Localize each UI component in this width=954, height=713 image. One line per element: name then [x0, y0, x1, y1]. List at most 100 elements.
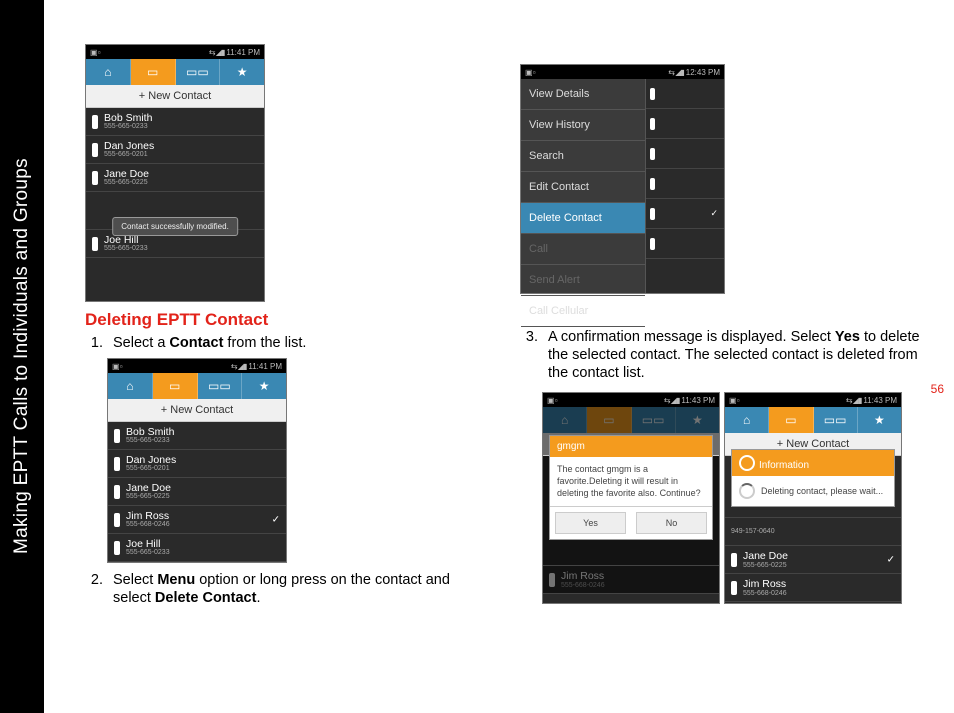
contact-name: Bob Smith: [126, 427, 174, 438]
statusbar: 11:41 PM: [86, 45, 264, 59]
signal-battery-icon: [664, 396, 679, 405]
contact-number: 555-665-0233: [104, 245, 148, 252]
list-item[interactable]: Jim Ross555-668-0246: [725, 574, 901, 602]
ctx-send-alert: Send Alert: [521, 265, 645, 296]
tabbar: ⌂ ▭ ▭▭ ★: [108, 373, 286, 399]
presence-icon: [650, 88, 655, 100]
tab-home: ⌂: [725, 407, 769, 433]
presence-icon: [114, 457, 120, 471]
list-item[interactable]: Jane Doe 555-665-0225: [86, 164, 264, 192]
statusbar: 12:43 PM: [521, 65, 724, 79]
contact-number: 555-668-0246: [126, 521, 170, 528]
list-item: ✓: [646, 199, 724, 229]
contact-name: Jane Doe: [104, 169, 149, 180]
dialog-body: The contact gmgm is a favorite.Deleting …: [550, 457, 712, 506]
tabbar: ⌂ ▭ ▭▭ ★: [86, 59, 264, 85]
status-time: 11:43 PM: [863, 396, 897, 405]
sidebar-title: Making EPTT Calls to Individuals and Gro…: [11, 158, 33, 554]
status-right: 11:41 PM: [231, 362, 282, 371]
contact-number: 555-665-0225: [743, 562, 788, 569]
tab-favorites[interactable]: ★: [220, 59, 264, 85]
contacts-icon: ▭: [169, 379, 180, 393]
tab-contacts[interactable]: ▭: [153, 373, 198, 399]
screenshot-context-menu: 12:43 PM View Details View History Searc…: [520, 64, 725, 294]
status-left-icons: [729, 396, 739, 405]
yes-button[interactable]: Yes: [555, 512, 626, 534]
list-item: 949-157-0640: [725, 518, 901, 546]
presence-icon: [731, 553, 737, 567]
status-time: 11:43 PM: [681, 396, 715, 405]
toast-message: Contact successfully modified.: [112, 217, 238, 236]
list-item[interactable]: Bob Smith 555-665-0233: [86, 108, 264, 136]
section-heading: Deleting EPTT Contact: [85, 310, 465, 330]
star-icon: ★: [259, 379, 270, 393]
screenshot-contact-list-checked: 11:41 PM ⌂ ▭ ▭▭ ★ + New Contact Bob Smit…: [107, 358, 287, 563]
status-right: 11:43 PM: [664, 396, 715, 405]
list-item: [646, 109, 724, 139]
contact-number: 555-668-0246: [561, 582, 605, 589]
list-item[interactable]: Jane Doe555-665-0225: [108, 478, 286, 506]
ctx-call-cellular[interactable]: Call Cellular: [521, 296, 645, 327]
ctx-edit-contact[interactable]: Edit Contact: [521, 172, 645, 203]
contacts-icon: ▭: [147, 65, 158, 79]
signal-battery-icon: [231, 362, 246, 371]
contact-number: 555-665-0201: [126, 465, 176, 472]
context-menu: View Details View History Search Edit Co…: [521, 79, 646, 293]
presence-icon: [650, 178, 655, 190]
new-contact-button[interactable]: + New Contact: [86, 85, 264, 108]
statusbar: 11:41 PM: [108, 359, 286, 373]
ctx-delete-contact[interactable]: Delete Contact: [521, 203, 645, 234]
contact-name: Joe Hill: [104, 235, 148, 246]
step-3: A confirmation message is displayed. Sel…: [542, 328, 930, 382]
check-icon: ✓: [272, 514, 280, 525]
list-item[interactable]: Bob Smith555-665-0233: [108, 422, 286, 450]
tab-favorites[interactable]: ★: [242, 373, 286, 399]
contact-name: Bob Smith: [104, 113, 152, 124]
tab-contacts: ▭: [587, 407, 631, 433]
list-item: [646, 229, 724, 259]
tab-groups[interactable]: ▭▭: [176, 59, 221, 85]
presence-icon: [731, 581, 737, 595]
list-item[interactable]: Jane Doe555-665-0225 ✓: [725, 546, 901, 574]
dialog-text: Deleting contact, please wait...: [761, 486, 883, 498]
screenshot-pair: 11:43 PM ⌂ ▭ ▭▭ ★ + New Contact Jim Ross…: [542, 388, 930, 612]
tab-groups: ▭▭: [814, 407, 858, 433]
ctx-view-history[interactable]: View History: [521, 110, 645, 141]
tab-home[interactable]: ⌂: [86, 59, 131, 85]
tab-groups[interactable]: ▭▭: [198, 373, 243, 399]
tab-contacts[interactable]: ▭: [131, 59, 176, 85]
tab-favorites: ★: [676, 407, 719, 433]
presence-icon: [650, 148, 655, 160]
dialog-body: Deleting contact, please wait...: [732, 476, 894, 506]
step-text: .: [256, 590, 260, 606]
ctx-view-details[interactable]: View Details: [521, 79, 645, 110]
home-icon: ⌂: [104, 65, 111, 79]
new-contact-button[interactable]: + New Contact: [108, 399, 286, 422]
contact-number: 949-157-0640: [731, 528, 775, 535]
ctx-search[interactable]: Search: [521, 141, 645, 172]
contact-name: Jim Ross: [126, 511, 170, 522]
status-right: 12:43 PM: [668, 68, 720, 77]
screenshot-contact-list-toast: 11:41 PM ⌂ ▭ ▭▭ ★ + New Contact Bob Smit…: [85, 44, 265, 302]
status-left-icons: [547, 396, 557, 405]
presence-icon: [92, 143, 98, 157]
list-item[interactable]: Joe Hill555-665-0233: [108, 534, 286, 562]
tab-favorites: ★: [858, 407, 901, 433]
screenshot-confirm-dialog: 11:43 PM ⌂ ▭ ▭▭ ★ + New Contact Jim Ross…: [542, 392, 720, 604]
groups-icon: ▭▭: [186, 65, 209, 79]
no-button[interactable]: No: [636, 512, 707, 534]
presence-icon: [549, 573, 555, 587]
status-time: 11:41 PM: [226, 48, 260, 57]
presence-icon: [650, 118, 655, 130]
check-icon: ✓: [887, 554, 895, 565]
tab-home[interactable]: ⌂: [108, 373, 153, 399]
contact-number: 555-665-0201: [104, 151, 154, 158]
list-item[interactable]: Dan Jones555-665-0201: [108, 450, 286, 478]
home-icon: ⌂: [126, 379, 133, 393]
page-number: 56: [931, 382, 944, 396]
list-item[interactable]: Dan Jones 555-665-0201: [86, 136, 264, 164]
step-text: from the list.: [223, 335, 306, 351]
presence-icon: [92, 171, 98, 185]
tab-home: ⌂: [543, 407, 587, 433]
list-item[interactable]: Jim Ross555-668-0246 ✓: [108, 506, 286, 534]
